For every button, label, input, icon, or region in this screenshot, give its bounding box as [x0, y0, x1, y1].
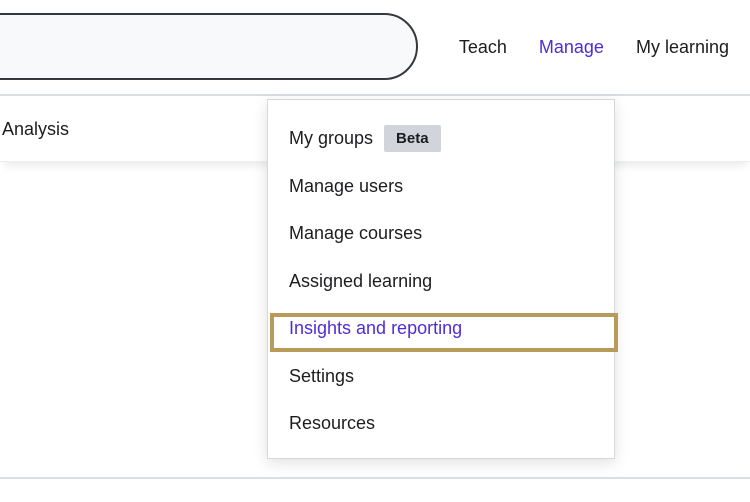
menu-item-settings[interactable]: Settings [268, 353, 614, 401]
menu-item-label: Manage courses [289, 223, 422, 244]
menu-item-insights-and-reporting[interactable]: Insights and reporting [268, 305, 614, 353]
top-header: Teach Manage My learning [0, 0, 750, 96]
menu-item-manage-users[interactable]: Manage users [268, 163, 614, 211]
menu-item-manage-courses[interactable]: Manage courses [268, 210, 614, 258]
beta-badge: Beta [384, 125, 441, 152]
menu-item-label: Insights and reporting [289, 318, 462, 339]
search-input[interactable] [0, 15, 416, 78]
page-divider [0, 477, 750, 479]
manage-dropdown-menu: My groups Beta Manage users Manage cours… [267, 99, 615, 459]
menu-item-label: Assigned learning [289, 271, 432, 292]
nav-link-my-learning[interactable]: My learning [636, 37, 729, 58]
search-bar[interactable] [0, 13, 418, 80]
nav-link-teach[interactable]: Teach [459, 37, 507, 58]
top-navigation: Teach Manage My learning [459, 0, 750, 94]
menu-item-resources[interactable]: Resources [268, 400, 614, 448]
menu-item-my-groups[interactable]: My groups Beta [268, 115, 614, 163]
menu-item-label: My groups [289, 128, 373, 149]
tab-analysis[interactable]: Analysis [0, 119, 69, 140]
nav-link-manage[interactable]: Manage [539, 37, 604, 58]
menu-item-label: Manage users [289, 176, 403, 197]
menu-item-label: Resources [289, 413, 375, 434]
menu-item-label: Settings [289, 366, 354, 387]
menu-list: My groups Beta Manage users Manage cours… [268, 115, 614, 448]
menu-item-assigned-learning[interactable]: Assigned learning [268, 258, 614, 306]
